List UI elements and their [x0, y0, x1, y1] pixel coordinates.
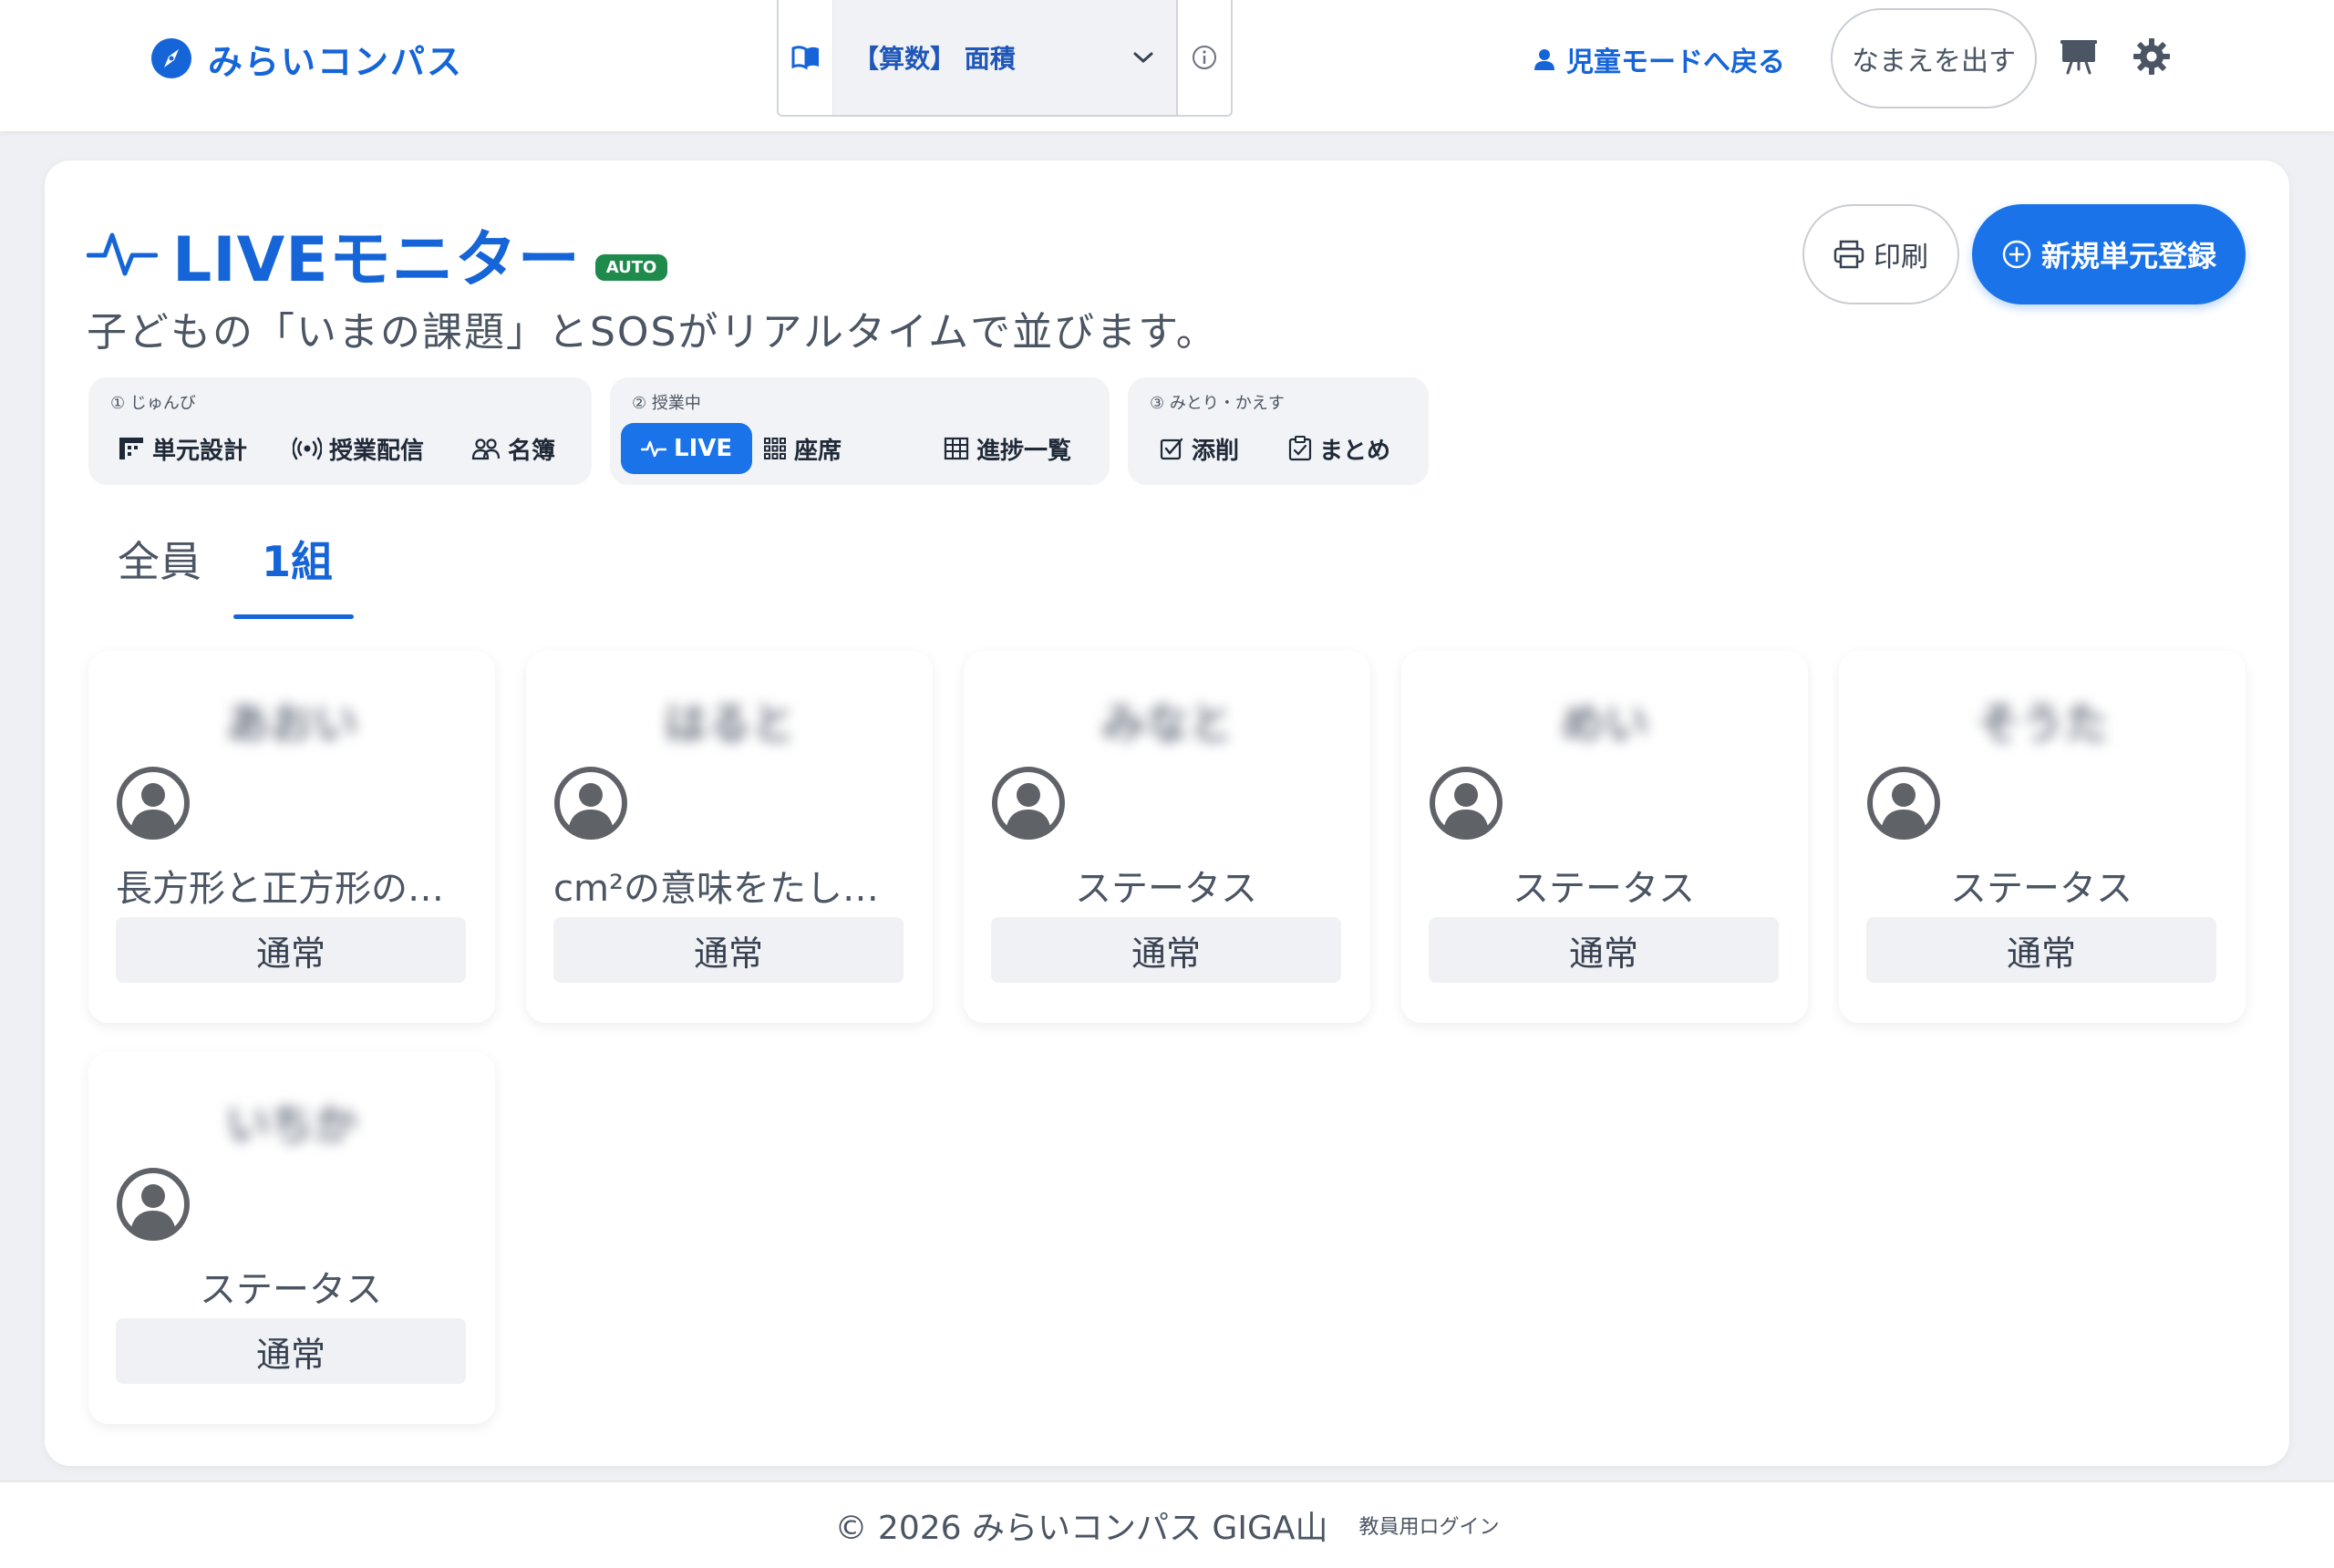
person-icon [1534, 49, 1554, 70]
step-group-prep: ① じゅんび 単元設計 授業配信 名簿 [88, 377, 592, 485]
clipboard-check-icon [1288, 436, 1312, 461]
student-state-badge: 通常 [116, 1318, 466, 1384]
step-live[interactable]: LIVE [621, 423, 753, 474]
step-group-in-class: ② 授業中 LIVE 座席 進捗一覧 [610, 377, 1110, 485]
book-icon [791, 46, 819, 70]
step-seating[interactable]: 座席 [754, 423, 851, 474]
student-card[interactable]: みなと ステータス 通常 [964, 651, 1370, 1023]
page-subtitle: 子どもの「いまの課題」とSOSがリアルタイムで並びます。 [87, 309, 1218, 356]
student-name: めい [1560, 698, 1648, 749]
tab-all[interactable]: 全員 [118, 529, 201, 589]
subject-info-button[interactable] [1176, 0, 1231, 115]
step-item-label: LIVE [674, 435, 733, 462]
student-state-badge: 通常 [1429, 917, 1779, 983]
step-label: ① じゅんび [110, 394, 196, 413]
step-correction[interactable]: 添削 [1150, 423, 1248, 474]
student-name: そうた [1976, 698, 2108, 749]
print-label: 印刷 [1874, 242, 1928, 273]
student-card[interactable]: あおい 長方形と正方形の… 通常 [88, 651, 495, 1023]
avatar-icon [554, 767, 627, 840]
presentation-icon[interactable] [2059, 36, 2099, 77]
student-status: cm²の意味をたし… [553, 868, 879, 910]
step-lesson-delivery[interactable]: 授業配信 [284, 423, 433, 474]
step-item-label: 授業配信 [329, 437, 425, 465]
top-bar: みらいコンパス 【算数】 面積 児童モードへ戻る なまえを出す [0, 0, 2334, 131]
new-unit-label: 新規単元登録 [2040, 239, 2216, 273]
student-status: ステータス [1950, 868, 2133, 910]
tab-class-1[interactable]: 1組 [262, 529, 333, 589]
step-unit-design[interactable]: 単元設計 [108, 423, 256, 474]
step-group-review: ③ みとり・かえす 添削 まとめ [1128, 377, 1429, 485]
student-card[interactable]: いちか ステータス 通常 [88, 1052, 495, 1424]
plus-circle-icon [2002, 240, 2031, 269]
page-title-row: LIVEモニター AUTO [87, 217, 668, 296]
show-names-button[interactable]: なまえを出す [1831, 8, 2037, 108]
student-name: いちか [225, 1099, 357, 1150]
brand-name: みらいコンパス [208, 41, 464, 82]
student-state-badge: 通常 [553, 917, 904, 983]
brand-logo[interactable]: みらいコンパス [150, 33, 463, 84]
avatar-icon [117, 1168, 190, 1241]
step-summary[interactable]: まとめ [1279, 423, 1399, 474]
student-status: ステータス [1513, 868, 1695, 910]
avatar-icon [117, 767, 190, 840]
child-mode-link[interactable]: 児童モードへ戻る [1532, 36, 1785, 82]
student-state-badge: 通常 [1866, 917, 2216, 983]
step-item-label: 座席 [794, 437, 842, 465]
broadcast-icon [293, 437, 322, 460]
pulse-icon [87, 232, 158, 276]
student-card[interactable]: はると cm²の意味をたし… 通常 [526, 651, 933, 1023]
child-mode-label: 児童モードへ戻る [1566, 46, 1785, 78]
step-item-label: 単元設計 [152, 437, 248, 465]
student-status: ステータス [1075, 868, 1257, 910]
print-button[interactable]: 印刷 [1802, 204, 1959, 304]
step-roster[interactable]: 名簿 [462, 423, 564, 474]
subject-select[interactable]: 【算数】 面積 [777, 0, 1233, 117]
student-state-badge: 通常 [991, 917, 1341, 983]
step-label: ③ みとり・かえす [1150, 394, 1285, 413]
step-progress-list[interactable]: 進捗一覧 [935, 423, 1080, 474]
grid-icon [764, 438, 786, 459]
step-item-label: 添削 [1192, 437, 1240, 465]
subject-book [779, 0, 833, 115]
live-monitor-panel: LIVEモニター AUTO 子どもの「いまの課題」とSOSがリアルタイムで並びま… [45, 160, 2289, 1466]
avatar-icon [1430, 767, 1503, 840]
gear-icon[interactable] [2132, 36, 2172, 77]
page-title: LIVEモニター [172, 223, 581, 296]
info-icon [1193, 46, 1216, 69]
teacher-login-link[interactable]: 教員用ログイン [1358, 1511, 1499, 1540]
avatar-icon [992, 767, 1065, 840]
active-tab-indicator [233, 614, 354, 619]
step-label: ② 授業中 [632, 394, 701, 413]
student-name: はると [663, 698, 795, 749]
student-status: 長方形と正方形の… [116, 868, 444, 910]
student-name: あおい [225, 698, 357, 749]
student-card[interactable]: そうた ステータス 通常 [1839, 651, 2246, 1023]
printer-icon [1833, 240, 1864, 269]
check-square-icon [1160, 438, 1183, 460]
compass-icon [151, 38, 191, 78]
table-icon [944, 437, 969, 460]
step-item-label: まとめ [1319, 437, 1391, 465]
student-state-badge: 通常 [116, 917, 466, 983]
copyright-text: © 2026 みらいコンパス GIGA山 [834, 1510, 1328, 1547]
footer: © 2026 みらいコンパス GIGA山 教員用ログイン [0, 1480, 2334, 1568]
chevron-down-icon [1133, 52, 1153, 64]
step-item-label: 進捗一覧 [976, 437, 1072, 465]
new-unit-button[interactable]: 新規単元登録 [1972, 204, 2246, 304]
blueprint-icon [119, 438, 143, 459]
student-card[interactable]: めい ステータス 通常 [1401, 651, 1808, 1023]
step-item-label: 名簿 [508, 437, 556, 465]
auto-badge: AUTO [594, 253, 668, 281]
student-status: ステータス [200, 1269, 382, 1311]
student-name: みなと [1100, 698, 1233, 749]
avatar-icon [1867, 767, 1940, 840]
pulse-icon [641, 440, 666, 458]
subject-value[interactable]: 【算数】 面積 [833, 0, 1176, 115]
subject-selected-text: 【算数】 面積 [853, 44, 1016, 74]
users-icon [471, 438, 501, 460]
